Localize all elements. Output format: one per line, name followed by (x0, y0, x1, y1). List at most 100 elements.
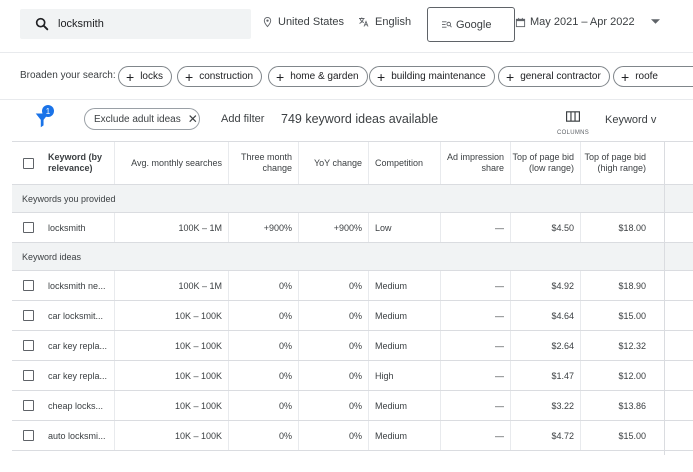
table-row[interactable]: auto locksmi... 10K – 100K 0% 0% Medium … (12, 421, 693, 451)
bid-high-cell: $12.00 (580, 361, 652, 390)
search-network-icon (442, 21, 452, 28)
table-row[interactable]: locksmith 100K – 1M +900% +900% Low — $4… (12, 213, 693, 243)
language-selector[interactable]: English (357, 16, 411, 28)
ad-impression-cell: — (440, 301, 510, 330)
yoy-cell: 0% (298, 331, 368, 360)
three-month-cell: 0% (228, 301, 298, 330)
table-row[interactable]: cheap locks... 10K – 100K 0% 0% Medium —… (12, 391, 693, 421)
plus-icon: + (621, 68, 630, 85)
header-three-month-change[interactable]: Three month change (228, 142, 298, 184)
broaden-chip-building-maintenance[interactable]: + building maintenance (369, 66, 495, 87)
keyword-cell: locksmith ne... (48, 280, 106, 291)
header-bid-low[interactable]: Top of page bid (low range) (510, 142, 580, 184)
row-checkbox[interactable] (23, 222, 34, 233)
bid-high-cell: $15.00 (580, 301, 652, 330)
row-checkbox[interactable] (23, 370, 34, 381)
row-checkbox[interactable] (23, 340, 34, 351)
three-month-cell: 0% (228, 271, 298, 300)
ad-impression-cell: — (440, 213, 510, 242)
exclude-adult-ideas-chip[interactable]: Exclude adult ideas ✕ (84, 108, 200, 130)
plus-icon: + (506, 68, 515, 85)
competition-cell: Medium (368, 271, 440, 300)
broaden-search-bar: Broaden your search: + locks + constructio… (0, 52, 693, 98)
add-filter-button[interactable]: Add filter (221, 113, 264, 125)
keyword-cell: car key repla... (48, 370, 108, 381)
columns-button[interactable]: COLUMNS (557, 109, 589, 136)
three-month-cell: 0% (228, 421, 298, 450)
keyword-cell: auto locksmi... (48, 430, 106, 441)
search-network-selector[interactable]: Google (427, 7, 515, 42)
exclude-adult-ideas-label: Exclude adult ideas (94, 113, 181, 125)
three-month-cell: 0% (228, 331, 298, 360)
broaden-chip-locks[interactable]: + locks (118, 66, 172, 87)
three-month-cell: 0% (228, 361, 298, 390)
ad-impression-cell: — (440, 271, 510, 300)
location-selector[interactable]: United States (262, 16, 344, 28)
three-month-cell: +900% (228, 213, 298, 242)
close-icon[interactable]: ✕ (188, 112, 198, 126)
table-row[interactable]: car key repla... 10K – 100K 0% 0% High —… (12, 361, 693, 391)
table-row[interactable]: car locksmit... 10K – 100K 0% 0% Medium … (12, 301, 693, 331)
bid-low-cell: $2.64 (510, 331, 580, 360)
keyword-cell: locksmith (48, 222, 86, 233)
bid-low-cell: $4.50 (510, 213, 580, 242)
broaden-chip-construction[interactable]: + construction (177, 66, 263, 87)
chevron-down-icon (650, 19, 660, 24)
header-yoy-change[interactable]: YoY change (298, 142, 368, 184)
table-header: Keyword (by relevance) Avg. monthly sear… (12, 141, 693, 185)
row-checkbox[interactable] (23, 400, 34, 411)
date-range-selector[interactable]: May 2021 – Apr 2022 (515, 16, 660, 28)
broaden-chip-home-garden[interactable]: + home & garden (268, 66, 368, 87)
header-bid-high[interactable]: Top of page bid (high range) (580, 142, 652, 184)
avg-searches-cell: 10K – 100K (114, 391, 228, 420)
translate-icon (359, 17, 369, 27)
ad-impression-cell: — (440, 421, 510, 450)
top-search-bar: locksmith United States English Google M… (0, 0, 693, 50)
location-pin-icon (263, 16, 272, 28)
yoy-cell: 0% (298, 391, 368, 420)
broaden-chip-general-contractor[interactable]: + general contractor (498, 66, 610, 87)
competition-cell: Low (368, 213, 440, 242)
keyword-view-toggle[interactable]: Keyword v (605, 114, 656, 126)
columns-label: COLUMNS (557, 130, 590, 136)
plus-icon: + (185, 68, 194, 85)
row-checkbox[interactable] (23, 310, 34, 321)
competition-cell: Medium (368, 421, 440, 450)
plus-icon: + (377, 68, 386, 85)
header-ad-impression-share[interactable]: Ad impression share (440, 142, 510, 184)
columns-icon (566, 111, 580, 122)
ad-impression-cell: — (440, 331, 510, 360)
search-input[interactable]: locksmith (20, 9, 251, 39)
avg-searches-cell: 10K – 100K (114, 421, 228, 450)
header-competition[interactable]: Competition (368, 142, 440, 184)
keyword-table: Keyword (by relevance) Avg. monthly sear… (12, 141, 693, 455)
keyword-cell: car key repla... (48, 340, 108, 351)
language-label: English (375, 16, 412, 28)
header-avg-monthly-searches[interactable]: Avg. monthly searches (114, 142, 228, 184)
filter-count-badge: 1 (42, 105, 54, 117)
table-right-divider (664, 141, 665, 455)
header-keyword[interactable]: Keyword (by relevance) (42, 142, 114, 184)
bid-high-cell: $13.86 (580, 391, 652, 420)
calendar-icon (515, 17, 526, 27)
yoy-cell: 0% (298, 361, 368, 390)
bid-high-cell: $18.90 (580, 271, 652, 300)
bid-low-cell: $4.92 (510, 271, 580, 300)
bid-high-cell: $12.32 (580, 331, 652, 360)
avg-searches-cell: 10K – 100K (114, 331, 228, 360)
yoy-cell: +900% (298, 213, 368, 242)
bid-low-cell: $4.72 (510, 421, 580, 450)
yoy-cell: 0% (298, 301, 368, 330)
filter-bar: 1 Exclude adult ideas ✕ Add filter 749 k… (0, 99, 693, 141)
row-checkbox[interactable] (23, 280, 34, 291)
broaden-chip-roofing[interactable]: + roofe (613, 66, 693, 87)
broaden-label: Broaden your search: (20, 70, 116, 81)
search-query: locksmith (58, 18, 104, 30)
table-row[interactable]: car key repla... 10K – 100K 0% 0% Medium… (12, 331, 693, 361)
search-network-label: Google (456, 18, 492, 31)
table-row[interactable]: locksmith ne... 100K – 1M 0% 0% Medium —… (12, 271, 693, 301)
competition-cell: Medium (368, 391, 440, 420)
row-checkbox[interactable] (23, 430, 34, 441)
select-all-checkbox[interactable] (23, 158, 34, 169)
plus-icon: + (126, 68, 135, 85)
